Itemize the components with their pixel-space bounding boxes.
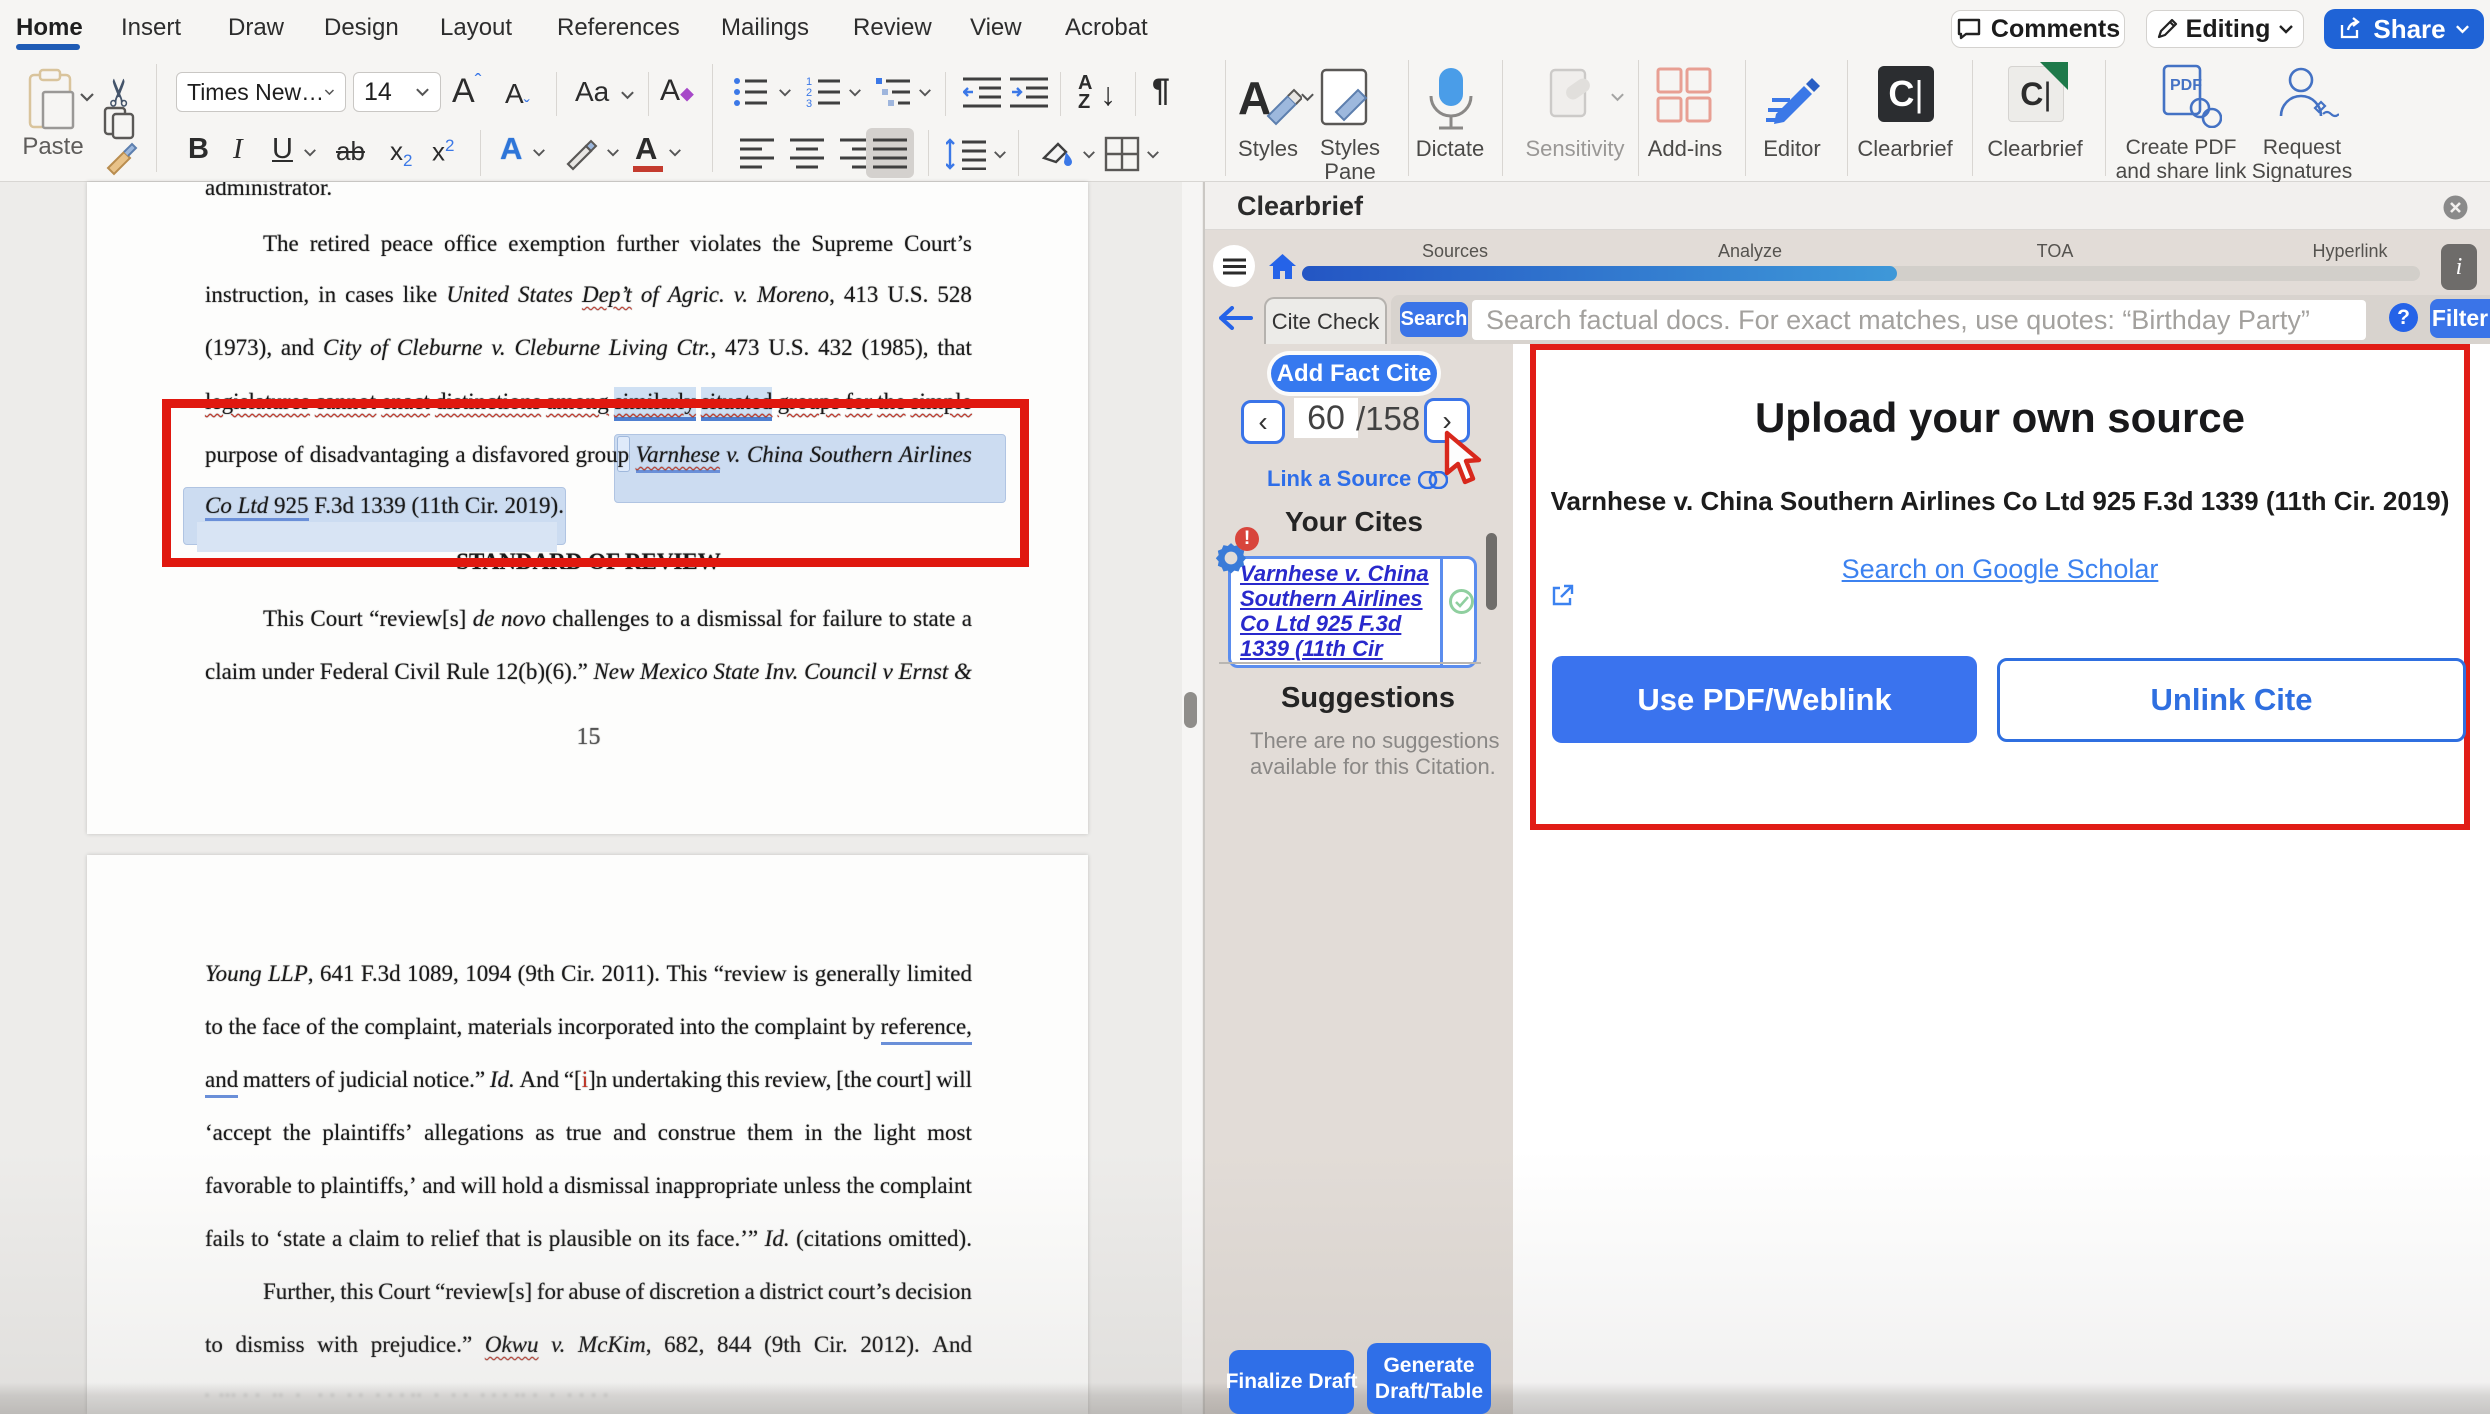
svg-text:A: A (1238, 72, 1271, 124)
svg-text:PDF: PDF (2170, 77, 2202, 94)
svg-text:3: 3 (806, 98, 812, 108)
